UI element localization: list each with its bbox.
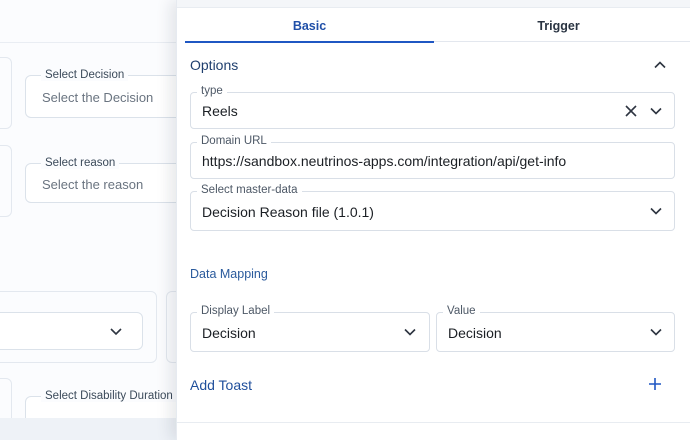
tab-trigger[interactable]: Trigger [434,9,683,42]
chevron-up-icon[interactable] [651,56,669,74]
background-divider [0,42,178,43]
data-mapping-title: Data Mapping [190,267,268,281]
chevron-down-icon[interactable] [401,323,419,341]
add-toast-label[interactable]: Add Toast [190,377,252,393]
master-data-select[interactable]: Select master-data Decision Reason file … [190,184,675,231]
background-bottom-bar [0,418,178,440]
close-icon[interactable] [622,102,640,120]
domain-url-input[interactable]: Domain URL https://sandbox.neutrinos-app… [190,135,675,179]
value-select[interactable]: Value Decision [436,305,675,352]
plus-icon[interactable] [646,375,664,393]
display-label-label: Display Label [197,305,275,317]
background-reason-placeholder: Select the reason [42,177,144,192]
type-value: Reels [202,103,238,119]
background-duration-label: Select Disability Duration [41,390,177,402]
background-decision-label: Select Decision [41,69,129,81]
domain-url-value: https://sandbox.neutrinos-apps.com/integ… [202,153,567,169]
background-reason-select[interactable]: Select reason Select the reason [25,157,195,203]
background-reason-label: Select reason [41,157,120,169]
chevron-down-icon [108,323,124,339]
chevron-down-icon[interactable] [647,102,665,120]
domain-url-label: Domain URL [197,135,271,147]
type-label: type [197,85,227,97]
background-decision-select[interactable]: Select Decision Select the Decision [25,69,195,118]
drawer-bottom-divider [177,422,690,423]
type-select[interactable]: type Reels [190,85,675,129]
background-dropdown[interactable] [0,312,143,350]
display-label-value: Decision [202,325,256,341]
master-data-label: Select master-data [197,184,302,196]
drawer-header-strip [177,0,690,8]
value-value: Decision [448,325,502,341]
tab-basic[interactable]: Basic [185,9,434,43]
display-label-select[interactable]: Display Label Decision [190,305,430,352]
value-label: Value [443,305,480,317]
background-card-edge [0,57,12,129]
chevron-down-icon[interactable] [647,202,665,220]
chevron-down-icon[interactable] [647,323,665,341]
tab-bar: Basic Trigger [185,9,690,43]
options-section-title: Options [190,57,239,73]
master-data-value: Decision Reason file (1.0.1) [202,204,374,220]
settings-drawer: Basic Trigger Options type Reels Domain … [176,0,690,440]
background-card-edge [0,145,12,217]
background-decision-placeholder: Select the Decision [42,90,154,105]
